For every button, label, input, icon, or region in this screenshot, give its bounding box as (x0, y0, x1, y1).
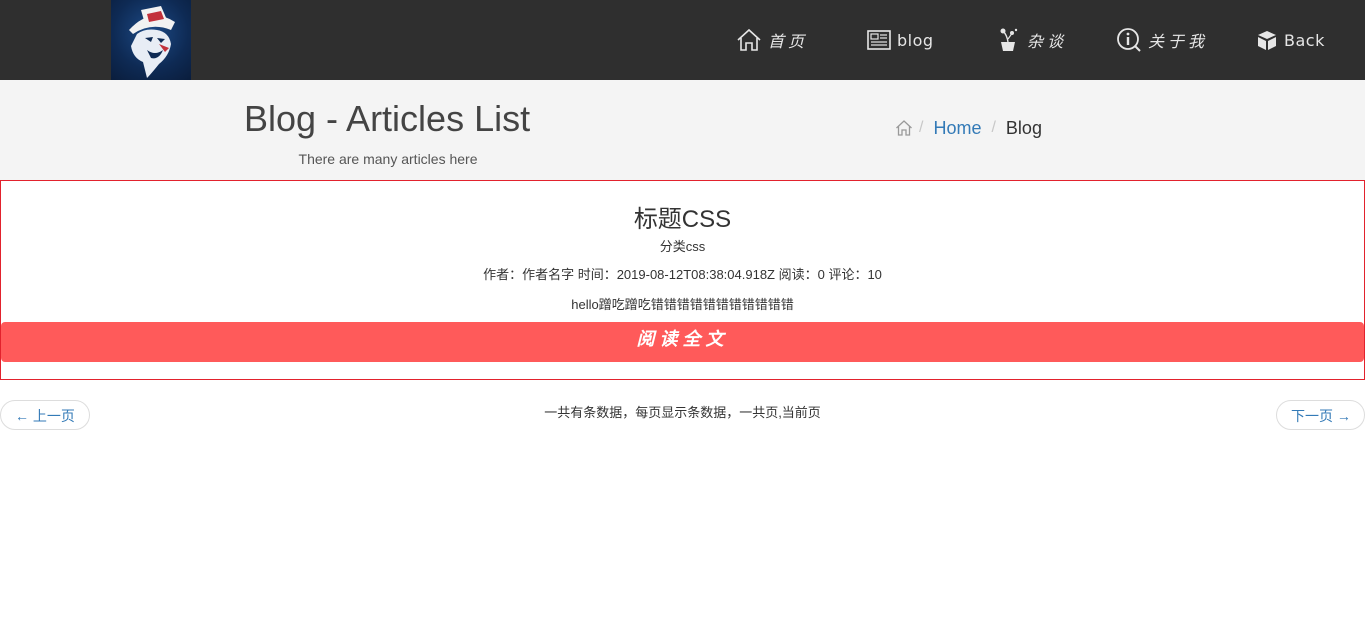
breadcrumb-home-link[interactable]: Home (933, 118, 981, 139)
breadcrumb-separator: / (919, 119, 924, 136)
nav-essays[interactable]: 杂谈 (997, 22, 1067, 58)
top-navbar: 首页 blog 杂谈 关于我 Back (0, 0, 1365, 80)
box-icon (1258, 31, 1276, 50)
page-subtitle: There are many articles here (298, 151, 478, 167)
nav-about-label: 关于我 (1148, 32, 1209, 51)
nav-home-label: 首页 (768, 32, 809, 51)
article-category: 分类css (659, 239, 706, 254)
info-icon (1117, 28, 1141, 52)
nav-blog[interactable]: blog (867, 22, 934, 58)
breadcrumb: / Home / Blog (895, 116, 1042, 140)
article-card: 标题CSS 分类css 作者：作者名字 时间：2019-08-12T08:38:… (0, 180, 1365, 380)
plant-pot-icon (1000, 28, 1018, 51)
nav-back-label: Back (1284, 30, 1325, 50)
breadcrumb-separator: / (991, 119, 996, 136)
article-title[interactable]: 标题CSS (1, 199, 1364, 234)
nav-essays-label: 杂谈 (1027, 32, 1068, 51)
mascot-logo-icon (129, 6, 175, 78)
site-logo[interactable] (111, 0, 191, 80)
home-icon[interactable] (895, 119, 913, 137)
nav-blog-label: blog (897, 30, 934, 50)
home-icon (737, 28, 761, 51)
page-header-band (0, 80, 1365, 180)
next-page-button[interactable]: 下一页 → (1276, 400, 1365, 430)
nav-back[interactable]: Back (1256, 22, 1325, 58)
breadcrumb-current: Blog (1005, 117, 1042, 138)
newspaper-icon (867, 30, 891, 50)
article-excerpt: hello蹭吃蹭吃错错错错错错错错错错错 (571, 297, 794, 312)
read-more-button[interactable]: 阅读全文 (1, 322, 1364, 362)
nav-home[interactable]: 首页 (736, 22, 808, 58)
nav-about[interactable]: 关于我 (1116, 22, 1208, 58)
pagination-info: 一共有条数据，每页显示条数据，一共页,当前页 (544, 405, 821, 420)
article-meta: 作者：作者名字 时间：2019-08-12T08:38:04.918Z 阅读：0… (483, 267, 882, 282)
page-title: Blog - Articles List (244, 98, 531, 139)
